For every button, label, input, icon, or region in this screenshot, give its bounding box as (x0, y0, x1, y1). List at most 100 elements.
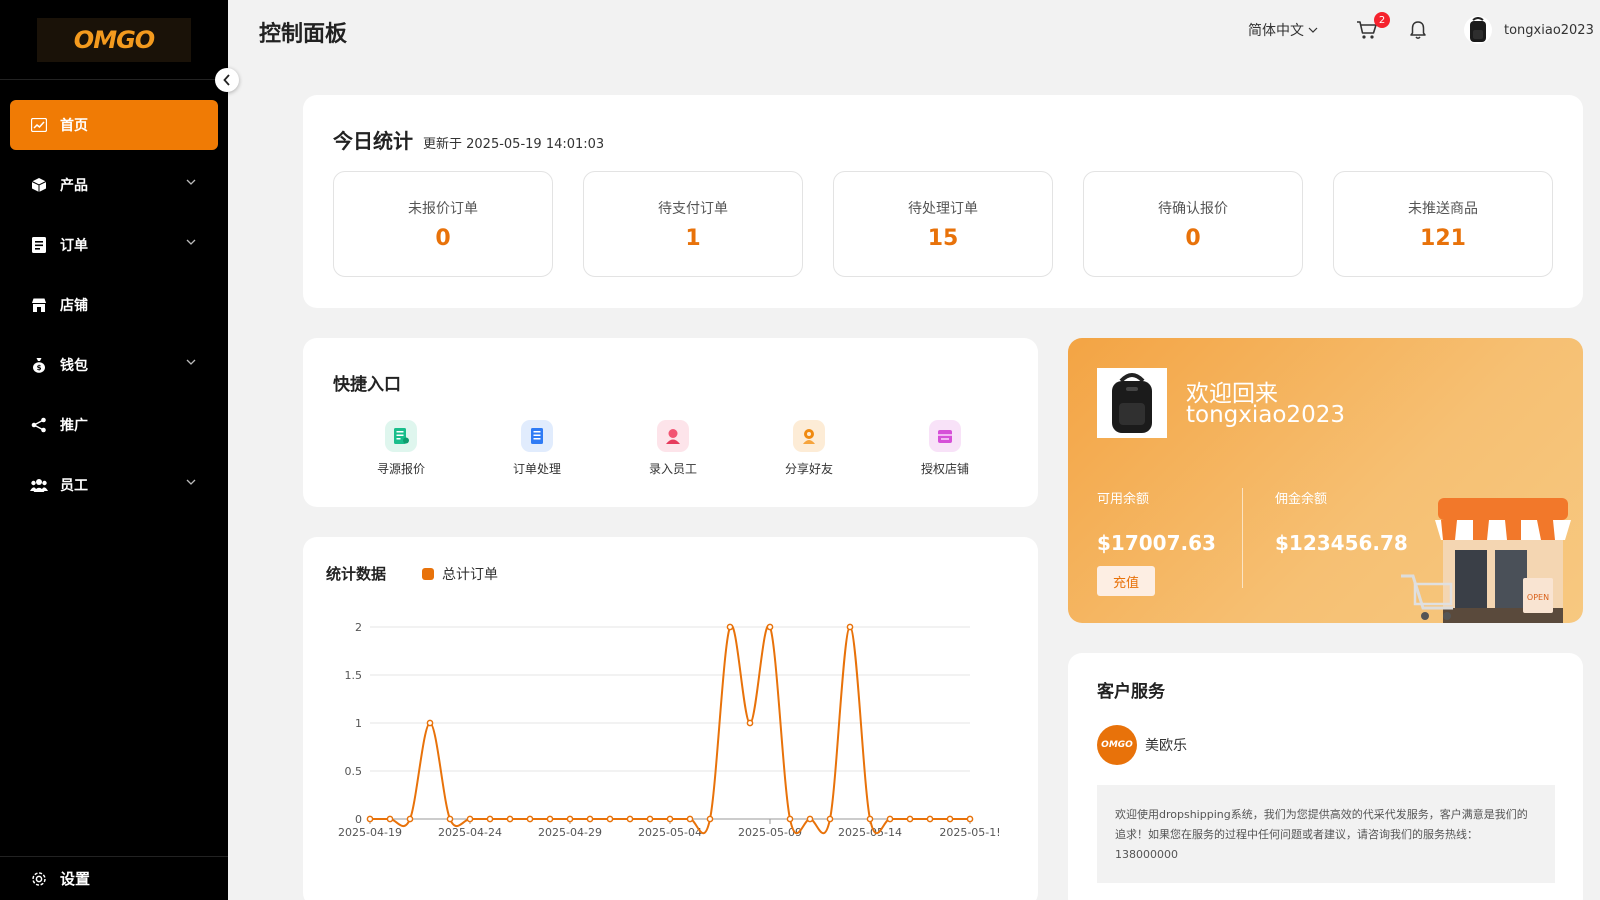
chart-title: 统计数据 (326, 565, 387, 583)
stat-unpushed-products[interactable]: 未推送商品 121 (1333, 171, 1553, 277)
stat-pending-payment[interactable]: 待支付订单 1 (583, 171, 803, 277)
welcome-username: tongxiao2023 (1186, 402, 1345, 428)
username: tongxiao2023 (1504, 22, 1594, 38)
y-tick-label: 0 (355, 813, 362, 826)
sidebar-item-products[interactable]: 产品 (10, 160, 218, 210)
language-selector[interactable]: 简体中文 (1248, 20, 1318, 40)
cart-button[interactable]: 2 (1356, 12, 1390, 40)
stat-unquoted-orders[interactable]: 未报价订单 0 (333, 171, 553, 277)
notifications-button[interactable] (1408, 20, 1428, 40)
line-chart: 0 0.5 1 1.5 2 2025-04-19 2025-04-24 2025-04-29 2… (338, 621, 1001, 839)
chart-icon (30, 116, 48, 134)
sidebar-item-orders[interactable]: 订单 (10, 220, 218, 270)
box-icon (30, 176, 48, 194)
logo-area: OMGO (0, 0, 228, 80)
sidebar-item-wallet[interactable]: $ 钱包 (10, 340, 218, 390)
data-point (786, 815, 794, 823)
sidebar-item-staff[interactable]: 员工 (10, 460, 218, 510)
logo[interactable]: OMGO (37, 17, 191, 62)
quick-sourcing-quote[interactable]: 寻源报价 (333, 420, 469, 477)
sidebar-item-home[interactable]: 首页 (10, 100, 218, 150)
data-point (606, 815, 614, 823)
stat-boxes: 未报价订单 0 待支付订单 1 待处理订单 15 待确认报价 0 未推送商品 1… (333, 171, 1553, 277)
data-point (466, 815, 474, 823)
y-tick-label: 1.5 (345, 669, 363, 682)
quick-entry-label: 寻源报价 (376, 462, 425, 476)
data-point (586, 815, 594, 823)
stat-label: 待处理订单 (908, 200, 978, 217)
data-point (686, 815, 694, 823)
quick-entry-label: 录入员工 (648, 462, 697, 476)
sidebar-item-label: 钱包 (60, 358, 88, 374)
topbar: 简体中文 2 tongxiao2023 (1248, 12, 1600, 48)
chevron-left-icon (223, 74, 230, 86)
list-icon (30, 236, 48, 254)
data-point (486, 815, 494, 823)
data-point (626, 815, 634, 823)
share-friend-icon (793, 420, 825, 452)
agent-logo: OMGO (1097, 725, 1137, 765)
stat-pending-processing[interactable]: 待处理订单 15 (833, 171, 1053, 277)
available-balance-label: 可用余额 (1097, 492, 1150, 507)
customer-service-title: 客户服务 (1097, 682, 1165, 702)
share-icon (30, 416, 48, 434)
sidebar-item-label: 订单 (60, 238, 88, 254)
stat-pending-confirm[interactable]: 待确认报价 0 (1083, 171, 1303, 277)
backpack-icon (1112, 373, 1152, 433)
sidebar-item-label: 产品 (60, 178, 88, 194)
recharge-button[interactable]: 充值 (1097, 566, 1155, 596)
sidebar-item-label: 员工 (60, 478, 88, 494)
quick-authorize-store[interactable]: 授权店铺 (877, 420, 1013, 477)
x-tick-label: 2025-04-29 (538, 826, 602, 839)
users-icon (30, 476, 48, 494)
settings-button[interactable]: 设置 (0, 856, 228, 900)
data-point (706, 815, 714, 823)
bell-icon (1410, 21, 1426, 39)
quick-share-friends[interactable]: 分享好友 (741, 420, 877, 477)
chevron-down-icon (1308, 27, 1318, 33)
stat-value: 121 (1420, 225, 1466, 251)
quick-entry-card: 快捷入口 寻源报价 订单处理 录入员工 分享好友 授权店铺 (303, 338, 1038, 507)
data-point (546, 815, 554, 823)
data-point (646, 815, 654, 823)
quick-order-processing[interactable]: 订单处理 (469, 420, 605, 477)
sidebar-nav: 首页 产品 订单 店铺 $ 钱包 推广 员工 (0, 100, 228, 510)
data-point (946, 815, 954, 823)
data-point (966, 815, 974, 823)
sidebar: OMGO 首页 产品 订单 店铺 $ 钱包 推广 员工 设置 (0, 0, 228, 900)
stat-label: 未推送商品 (1408, 200, 1478, 217)
quick-entry-title: 快捷入口 (333, 375, 401, 395)
data-point (526, 815, 534, 823)
chevron-down-icon (186, 239, 196, 245)
auth-store-icon (929, 420, 961, 452)
data-point (726, 623, 734, 631)
chart-legend[interactable]: 总计订单 (422, 564, 498, 584)
quick-add-staff[interactable]: 录入员工 (605, 420, 741, 477)
sidebar-item-label: 推广 (60, 418, 88, 434)
welcome-card: 欢迎回来 tongxiao2023 可用余额 $17007.63 佣金余额 $1… (1068, 338, 1583, 623)
data-point (826, 815, 834, 823)
page-title: 控制面板 (259, 22, 348, 47)
legend-swatch (422, 567, 435, 580)
sidebar-item-stores[interactable]: 店铺 (10, 280, 218, 330)
x-tick-label: 2025-05-14 (838, 826, 902, 839)
chart-header: 统计数据 总计订单 (326, 563, 498, 584)
settings-label: 设置 (60, 870, 91, 888)
shop-illustration: OPEN (1401, 498, 1571, 623)
data-point (906, 815, 914, 823)
x-tick-label: 2025-05-04 (638, 826, 702, 839)
x-tick-label: 2025-04-19 (338, 826, 402, 839)
sidebar-item-promotion[interactable]: 推广 (10, 400, 218, 450)
user-menu[interactable]: tongxiao2023 (1464, 16, 1600, 44)
sidebar-collapse-button[interactable] (215, 68, 239, 92)
data-point (446, 815, 454, 823)
stat-label: 未报价订单 (408, 200, 478, 217)
svg-text:$: $ (37, 364, 42, 372)
quick-entry-list: 寻源报价 订单处理 录入员工 分享好友 授权店铺 (333, 420, 1013, 477)
service-agent[interactable]: OMGO 美欧乐 (1097, 725, 1187, 765)
data-point (406, 815, 414, 823)
available-balance: 可用余额 $17007.63 (1097, 488, 1216, 555)
stat-value: 1 (685, 225, 701, 251)
data-point (746, 719, 754, 727)
x-tick-label: 2025-05-1! (939, 826, 1000, 839)
